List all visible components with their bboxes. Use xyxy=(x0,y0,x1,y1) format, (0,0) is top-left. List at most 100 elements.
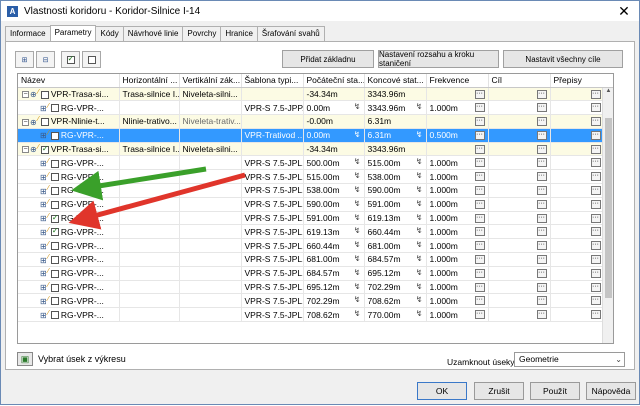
start-station-cell[interactable]: 695.12m ↯ xyxy=(303,280,365,295)
target-cell[interactable]: ··· xyxy=(488,252,551,267)
row-checkbox[interactable] xyxy=(50,283,59,292)
overrides-ellipsis-icon[interactable]: ··· xyxy=(590,296,601,306)
column-header[interactable]: Přepisy xyxy=(550,74,613,88)
collapse-icon[interactable]: − xyxy=(22,146,29,154)
horizontal-alignment-cell[interactable] xyxy=(119,169,180,185)
station-pick-icon[interactable]: ↯ xyxy=(354,102,361,111)
frequency-ellipsis-icon[interactable]: ··· xyxy=(474,144,485,154)
frequency-ellipsis-icon[interactable]: ··· xyxy=(474,255,485,265)
region-row[interactable]: ⊞⁄RG-VPR-...VPR-S 7.5-JPL...591.00m↯619.… xyxy=(18,211,613,226)
end-station-cell[interactable]: 6.31m xyxy=(364,114,427,129)
end-station-cell[interactable]: 3343.96m ↯ xyxy=(364,100,427,116)
column-header[interactable]: Vertikální zák... xyxy=(179,74,242,88)
target-cell[interactable]: ··· xyxy=(488,197,551,212)
frequency-ellipsis-icon[interactable]: ··· xyxy=(474,199,485,209)
row-checkbox[interactable] xyxy=(50,104,59,113)
frequency-cell[interactable]: 1.000m ··· xyxy=(426,280,489,295)
horizontal-alignment-cell[interactable] xyxy=(119,128,180,143)
start-station-cell[interactable]: 702.29m ↯ xyxy=(303,293,365,309)
assembly-cell[interactable]: VPR-S 7.5-JPL... xyxy=(241,155,304,171)
target-cell[interactable]: ··· xyxy=(488,266,551,281)
station-pick-icon[interactable]: ↯ xyxy=(416,130,423,139)
target-ellipsis-icon[interactable]: ··· xyxy=(536,103,547,113)
overrides-ellipsis-icon[interactable]: ··· xyxy=(590,89,601,99)
tab-6[interactable]: Šrafování svahů xyxy=(256,26,325,41)
horizontal-alignment-cell[interactable] xyxy=(119,224,180,240)
region-row[interactable]: ⊞⁄ RG-VPR-... VPR-S 7.5-JPL... 684.57m ↯ 695.… xyxy=(18,266,613,281)
station-pick-icon[interactable]: ↯ xyxy=(416,199,423,208)
row-checkbox[interactable] xyxy=(50,269,59,278)
column-header[interactable]: Frekvence xyxy=(426,74,489,88)
end-station-cell[interactable]: 3343.96m xyxy=(364,87,427,102)
station-pick-icon[interactable]: ↯ xyxy=(416,226,423,235)
horizontal-alignment-cell[interactable] xyxy=(119,307,180,323)
tab-5[interactable]: Hranice xyxy=(220,26,258,41)
target-ellipsis-icon[interactable]: ··· xyxy=(536,186,547,196)
assembly-cell[interactable]: VPR-S 7.5-JPL... xyxy=(241,238,304,254)
target-cell[interactable]: ··· xyxy=(488,238,551,254)
horizontal-alignment-cell[interactable] xyxy=(119,293,180,309)
row-checkbox[interactable] xyxy=(50,159,59,168)
frequency-cell[interactable]: 1.000m ··· xyxy=(426,211,489,226)
start-station-cell[interactable]: -0.00m xyxy=(303,114,365,129)
vertical-alignment-cell[interactable]: Niveleta-silni... xyxy=(179,87,242,102)
start-station-cell[interactable]: 0.00m ↯ xyxy=(303,128,365,143)
frequency-cell[interactable]: 1.000m ··· xyxy=(426,293,489,309)
region-row[interactable]: ⊞⁄ RG-VPR-... VPR-S 7.5-JPL... 515.00m ↯ 538.… xyxy=(18,169,613,185)
scrollbar-thumb[interactable] xyxy=(605,118,612,298)
baseline-row[interactable]: −⊕⁄ VPR-Trasa-si... Trasa-silnice I...Nive… xyxy=(18,87,613,102)
horizontal-alignment-cell[interactable]: Nlinie-trativo... xyxy=(119,114,180,129)
assembly-cell[interactable]: VPR-Trativod ... xyxy=(241,128,304,143)
frequency-ellipsis-icon[interactable]: ··· xyxy=(474,158,485,168)
vertical-alignment-cell[interactable] xyxy=(179,128,242,143)
horizontal-alignment-cell[interactable] xyxy=(119,197,180,212)
overrides-ellipsis-icon[interactable]: ··· xyxy=(590,186,601,196)
region-row[interactable]: ⊞⁄ RG-VPR-... VPR-S 7.5-JPP... 0.00m ↯ 3343.9… xyxy=(18,100,613,116)
station-pick-icon[interactable]: ↯ xyxy=(416,157,423,166)
frequency-cell[interactable]: 1.000m ··· xyxy=(426,197,489,212)
station-pick-icon[interactable]: ↯ xyxy=(416,268,423,277)
station-pick-icon[interactable]: ↯ xyxy=(354,268,361,277)
overrides-ellipsis-icon[interactable]: ··· xyxy=(590,268,601,278)
end-station-cell[interactable]: 515.00m ↯ xyxy=(364,155,427,171)
station-pick-icon[interactable]: ↯ xyxy=(354,240,361,249)
name-cell[interactable]: ⊞⁄ RG-VPR-... xyxy=(18,169,120,185)
assembly-cell[interactable] xyxy=(241,142,304,157)
target-cell[interactable]: ··· xyxy=(488,211,551,226)
apply-button[interactable]: Použít xyxy=(530,382,580,400)
assembly-cell[interactable]: VPR-S 7.5-JPL... xyxy=(241,169,304,185)
name-cell[interactable]: ⊞⁄ RG-VPR-... xyxy=(18,183,120,198)
station-pick-icon[interactable]: ↯ xyxy=(416,102,423,111)
row-checkbox[interactable] xyxy=(40,144,49,154)
horizontal-alignment-cell[interactable] xyxy=(119,211,180,226)
uncheck-all-icon[interactable] xyxy=(82,51,101,68)
assembly-cell[interactable]: VPR-S 7.5-JPL... xyxy=(241,252,304,267)
target-ellipsis-icon[interactable]: ··· xyxy=(536,310,547,320)
overrides-ellipsis-icon[interactable]: ··· xyxy=(590,144,601,154)
frequency-ellipsis-icon[interactable]: ··· xyxy=(474,268,485,278)
start-station-cell[interactable]: 660.44m ↯ xyxy=(303,238,365,254)
region-row[interactable]: ⊞⁄ RG-VPR-... VPR-S 7.5-JPL... 500.00m ↯ 515.… xyxy=(18,155,613,171)
row-checkbox[interactable] xyxy=(50,297,59,306)
vertical-alignment-cell[interactable] xyxy=(179,100,242,116)
overrides-ellipsis-icon[interactable]: ··· xyxy=(590,282,601,292)
set-all-targets-button[interactable]: Nastavit všechny cíle xyxy=(503,50,623,68)
station-pick-icon[interactable]: ↯ xyxy=(416,309,423,318)
station-pick-icon[interactable]: ↯ xyxy=(354,171,361,180)
vertical-alignment-cell[interactable] xyxy=(179,238,242,254)
overrides-ellipsis-icon[interactable]: ··· xyxy=(590,103,601,113)
scroll-up-icon[interactable]: ▲ xyxy=(603,88,613,98)
cancel-button[interactable]: Zrušit xyxy=(474,382,524,400)
start-station-cell[interactable]: 684.57m ↯ xyxy=(303,266,365,281)
overrides-ellipsis-icon[interactable]: ··· xyxy=(590,227,601,237)
frequency-cell[interactable]: ··· xyxy=(426,87,489,102)
vertical-alignment-cell[interactable] xyxy=(179,169,242,185)
end-station-cell[interactable]: 708.62m ↯ xyxy=(364,293,427,309)
overrides-ellipsis-icon[interactable]: ··· xyxy=(590,213,601,223)
horizontal-alignment-cell[interactable]: Trasa-silnice I... xyxy=(119,87,180,102)
frequency-ellipsis-icon[interactable]: ··· xyxy=(474,89,485,99)
start-station-cell[interactable]: 591.00m ↯ xyxy=(303,211,365,226)
assembly-cell[interactable] xyxy=(241,87,304,102)
overrides-ellipsis-icon[interactable]: ··· xyxy=(590,117,601,127)
horizontal-alignment-cell[interactable]: Trasa-silnice I... xyxy=(119,142,180,157)
